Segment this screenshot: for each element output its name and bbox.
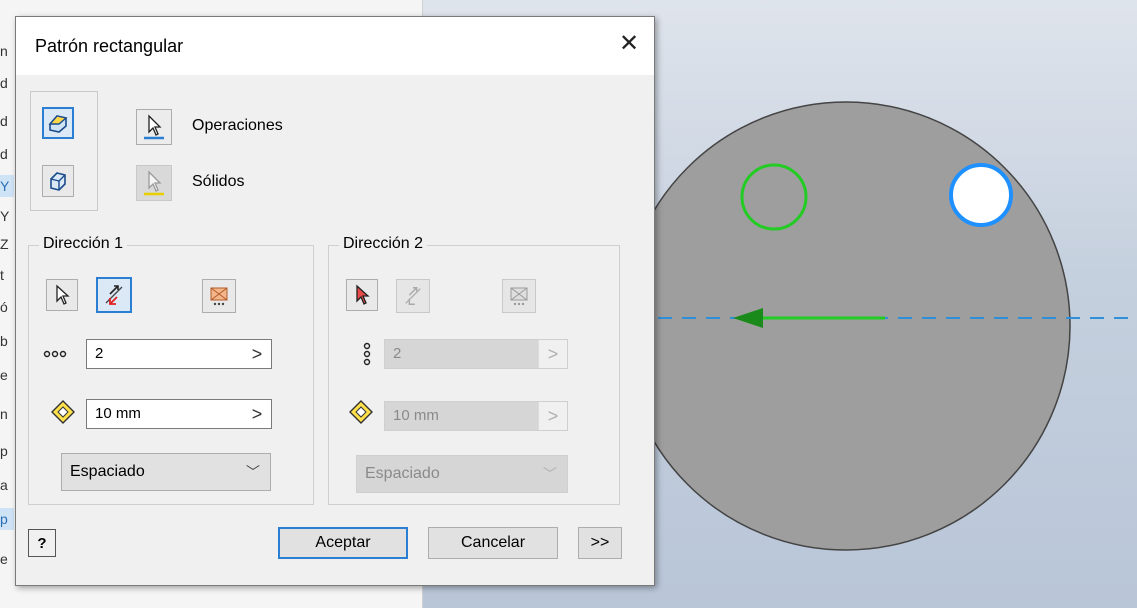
spacing-icon: [51, 400, 75, 424]
more-options-button[interactable]: >>: [578, 527, 622, 559]
browser-node-15[interactable]: e: [0, 548, 14, 570]
browser-node-2[interactable]: d: [0, 110, 14, 132]
browser-node-11[interactable]: n: [0, 403, 14, 425]
browser-node-3[interactable]: d: [0, 143, 14, 165]
direction-1-distance-value: 10 mm: [95, 405, 141, 422]
direction-1-distance-input[interactable]: 10 mm >: [86, 399, 272, 429]
close-button[interactable]: ✕: [614, 29, 644, 59]
browser-node-0[interactable]: n: [0, 40, 14, 62]
direction-2-count-input[interactable]: 2 >: [384, 339, 568, 369]
browser-node-12[interactable]: p: [0, 440, 14, 462]
help-button[interactable]: ?: [28, 529, 56, 557]
operations-label: Operaciones: [192, 117, 283, 134]
browser-node-8[interactable]: ó: [0, 296, 14, 318]
direction-1-title: Dirección 1: [39, 235, 128, 253]
spacing-icon: [349, 400, 373, 424]
operations-select-button[interactable]: [136, 109, 172, 145]
direction-2-title: Dirección 2: [339, 235, 428, 253]
direction-2-distance-arrow[interactable]: >: [538, 402, 567, 430]
direction-1-spacing-value: Espaciado: [70, 463, 145, 480]
solids-label: Sólidos: [192, 173, 245, 190]
browser-node-10[interactable]: e: [0, 364, 14, 386]
browser-node-5[interactable]: Y: [0, 205, 14, 227]
feature-mode-icon: [48, 115, 68, 133]
direction-1-spacing-select[interactable]: Espaciado ﹀: [61, 453, 271, 491]
cancel-button[interactable]: Cancelar: [428, 527, 558, 559]
pattern-solids-mode-button[interactable]: [42, 165, 74, 197]
direction-1-flip-button[interactable]: [96, 277, 132, 313]
direction-1-select-button[interactable]: [46, 279, 78, 311]
browser-node-14[interactable]: p: [0, 508, 14, 530]
select-cursor-icon: [144, 170, 164, 196]
direction-2-distance-input[interactable]: 10 mm >: [384, 401, 568, 431]
direction-2-count-arrow[interactable]: >: [538, 340, 567, 368]
browser-node-9[interactable]: b: [0, 330, 14, 352]
direction-1-count-input[interactable]: 2 >: [86, 339, 272, 369]
pattern-extent-icon: [210, 287, 228, 306]
ok-button[interactable]: Aceptar: [278, 527, 408, 559]
browser-node-1[interactable]: d: [0, 72, 14, 94]
browser-node-6[interactable]: Z: [0, 233, 14, 255]
flip-direction-icon: [105, 285, 123, 305]
select-cursor-icon: [144, 114, 164, 140]
pattern-hole-feature[interactable]: [949, 163, 1013, 227]
direction-2-count-value: 2: [393, 345, 402, 362]
direction-1-count-value: 2: [95, 345, 104, 362]
dialog-title-bar: Patrón rectangular ✕: [16, 17, 654, 75]
direction-2-select-button[interactable]: [346, 279, 378, 311]
solid-mode-icon: [50, 172, 66, 191]
browser-node-4[interactable]: Y: [0, 175, 14, 197]
direction-2-spacing-value: Espaciado: [365, 465, 440, 482]
direction-2-midplane-button[interactable]: [502, 279, 536, 313]
count-vertical-icon: [363, 342, 371, 366]
direction-2-spacing-select[interactable]: Espaciado ﹀: [356, 455, 568, 493]
direction-1-midplane-button[interactable]: [202, 279, 236, 313]
chevron-down-icon: ﹀: [246, 464, 260, 480]
select-cursor-icon: [56, 284, 70, 305]
part-disc[interactable]: [621, 101, 1071, 551]
rectangular-pattern-dialog: Patrón rectangular ✕ Operaciones Sólidos: [15, 16, 655, 586]
count-icon: [43, 350, 67, 358]
direction-1-count-arrow[interactable]: >: [243, 340, 271, 368]
direction-1-distance-arrow[interactable]: >: [243, 400, 271, 428]
flip-direction-icon: [405, 287, 421, 305]
chevron-down-icon: ﹀: [543, 466, 557, 482]
direction-2-flip-button[interactable]: [396, 279, 430, 313]
pattern-extent-icon: [510, 287, 528, 306]
pattern-features-mode-button[interactable]: [42, 107, 74, 139]
direction-2-distance-value: 10 mm: [393, 407, 439, 424]
solids-select-button[interactable]: [136, 165, 172, 201]
browser-node-7[interactable]: t: [0, 264, 14, 286]
browser-node-13[interactable]: a: [0, 474, 14, 496]
dialog-title: Patrón rectangular: [35, 36, 184, 56]
help-icon: ?: [37, 534, 47, 552]
select-cursor-red-icon: [356, 284, 370, 305]
